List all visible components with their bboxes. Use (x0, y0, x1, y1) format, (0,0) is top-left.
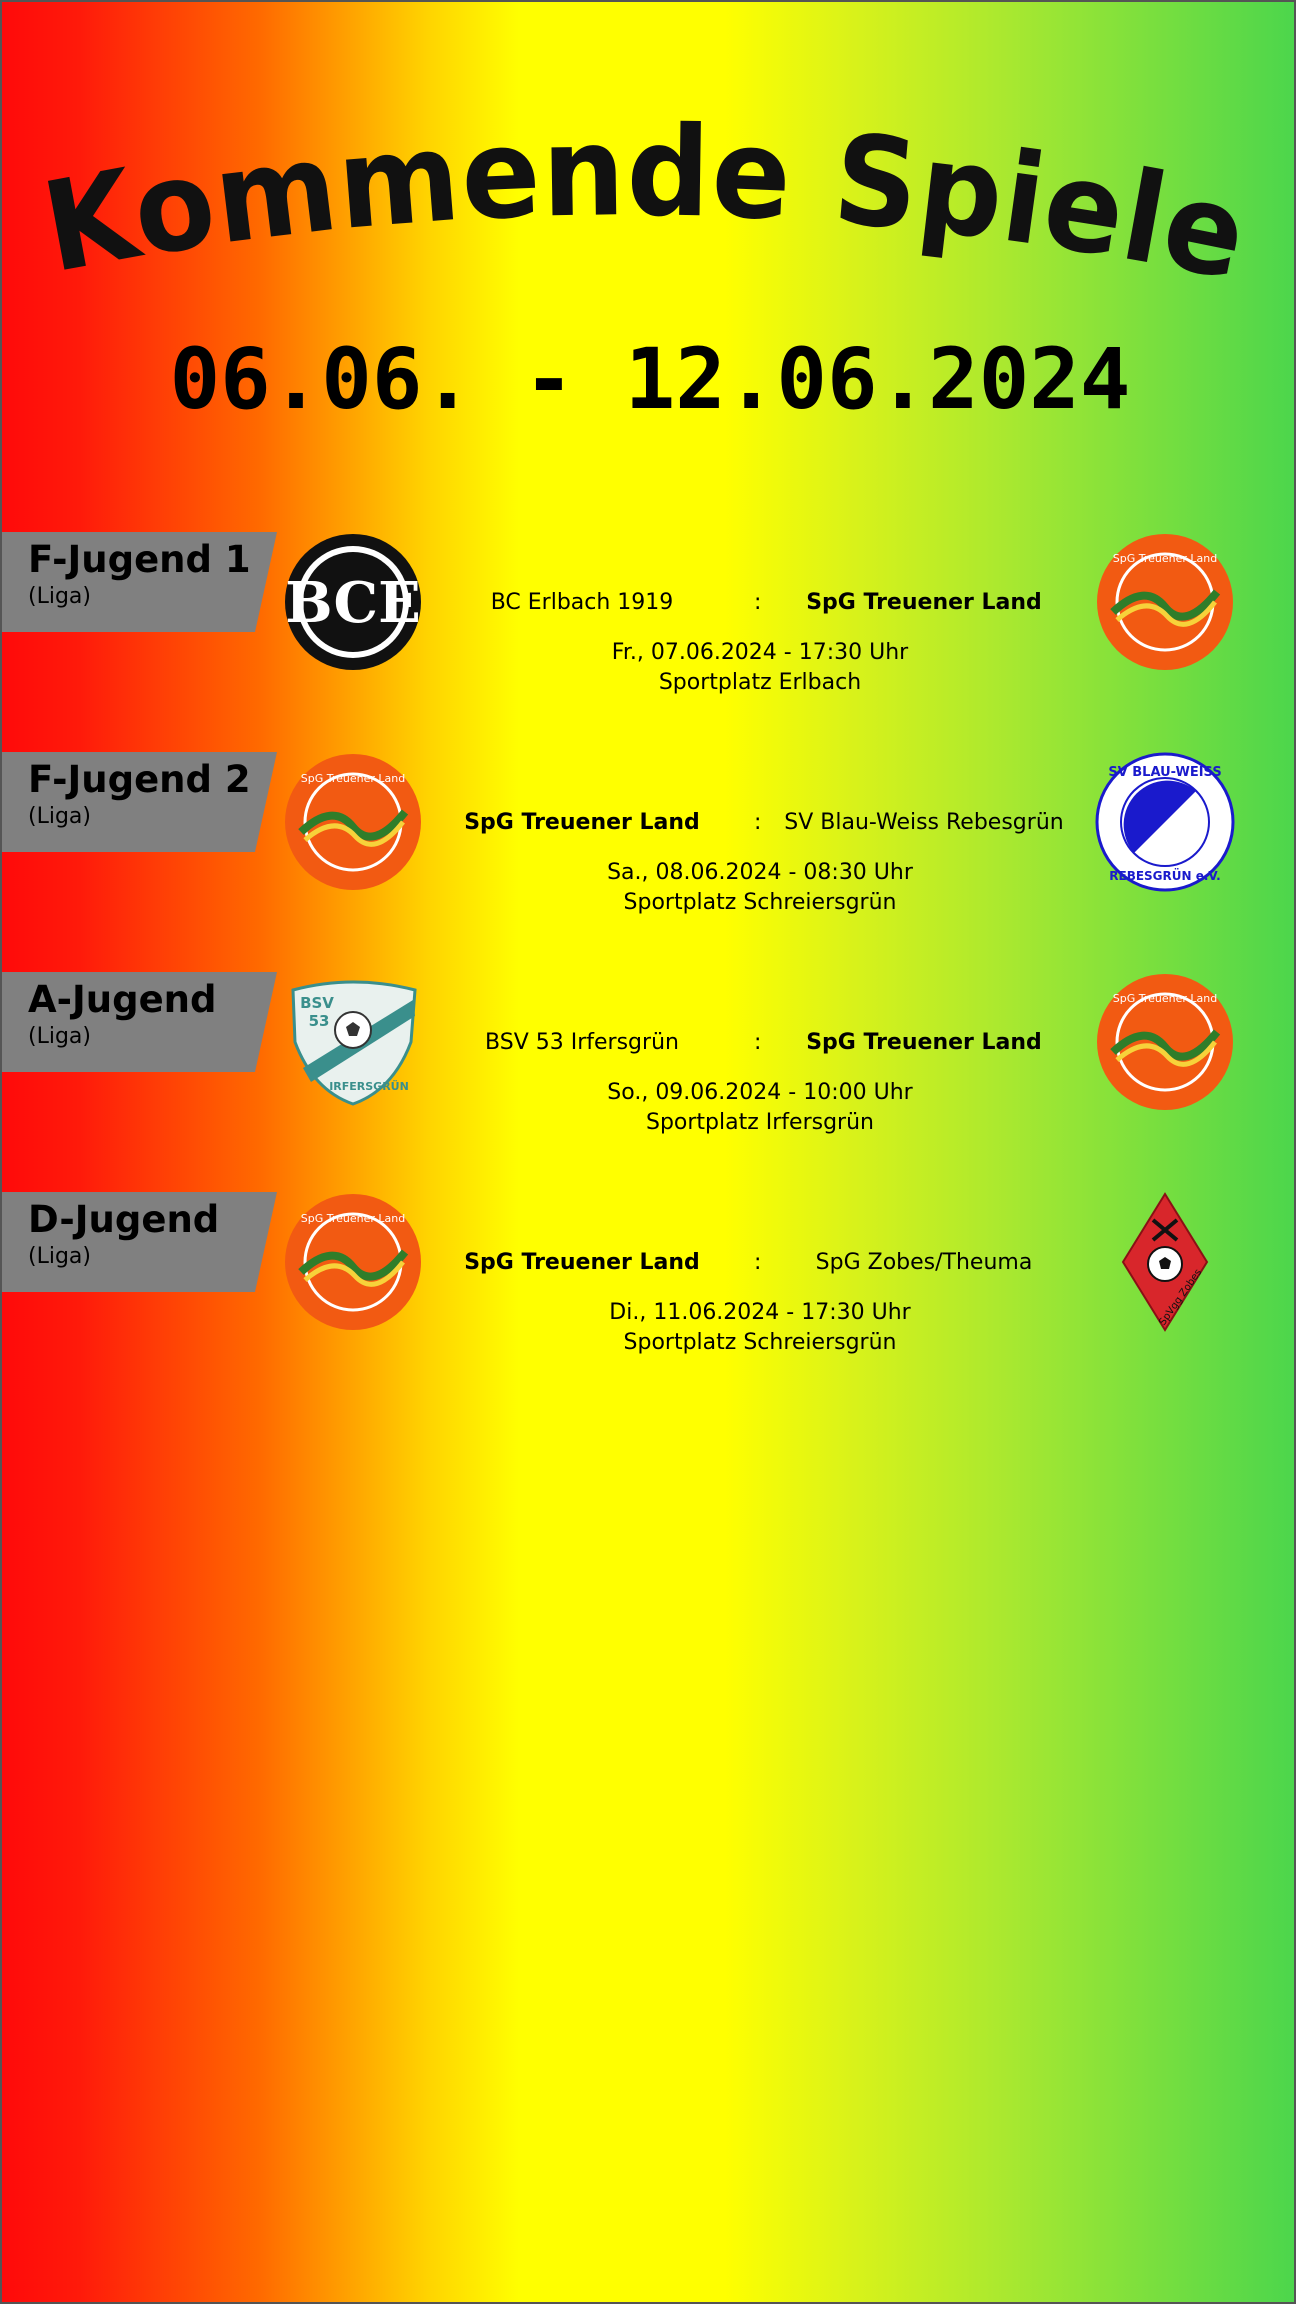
away-team: SpG Zobes/Theuma (815, 1250, 1033, 1275)
away-team: SpG Treuener Land (806, 1030, 1042, 1055)
league-label: (Liga) (28, 584, 91, 609)
away-team: SV Blau-Weiss Rebesgrün (784, 810, 1064, 835)
team-tag: F-Jugend 1 (Liga) (2, 532, 277, 632)
match-datetime: Fr., 07.06.2024 - 17:30 Uhr (611, 640, 909, 665)
svg-text:REBESGRÜN e.V.: REBESGRÜN e.V. (1109, 868, 1220, 883)
match-venue: Sportplatz Irfersgrün (645, 1110, 874, 1135)
bsv-53-logo: BSV 53 IRFERSGRÜN (283, 972, 423, 1112)
svg-text:BCE: BCE (285, 570, 421, 636)
score-separator: : (754, 590, 762, 615)
team-tag: F-Jugend 2 (Liga) (2, 752, 277, 852)
score-separator: : (754, 810, 762, 835)
score-separator: : (754, 1030, 762, 1055)
home-team: SpG Treuener Land (464, 1250, 700, 1275)
spg-treuener-land-logo: SpG Treuener Land (283, 1192, 423, 1332)
match-venue: Sportplatz Schreiersgrün (623, 1330, 897, 1355)
team-name: F-Jugend 1 (28, 538, 251, 581)
match-datetime: So., 09.06.2024 - 10:00 Uhr (607, 1080, 913, 1105)
sv-blau-weiss-logo: SV BLAU-WEISS REBESGRÜN e.V. (1095, 752, 1235, 892)
score-separator: : (754, 1250, 762, 1275)
away-team: SpG Treuener Land (806, 590, 1042, 615)
spg-treuener-land-logo: SpG Treuener Land (1095, 532, 1235, 672)
league-label: (Liga) (28, 1244, 91, 1269)
svg-text:BSV: BSV (300, 994, 334, 1012)
match-datetime: Sa., 08.06.2024 - 08:30 Uhr (607, 860, 913, 885)
svg-text:SpG Treuener Land: SpG Treuener Land (1113, 992, 1217, 1005)
date-range: 06.06. - 12.06.2024 (169, 330, 1131, 428)
match-datetime: Di., 11.06.2024 - 17:30 Uhr (609, 1300, 911, 1325)
league-label: (Liga) (28, 804, 91, 829)
page-title-path: Kommende Spiele (33, 112, 1257, 309)
team-tag: A-Jugend (Liga) (2, 972, 277, 1072)
match-card: F-Jugend 1 (Liga) BCE BC Erlbach 1919 : … (2, 532, 1294, 732)
team-tag: D-Jugend (Liga) (2, 1192, 277, 1292)
spg-treuener-land-logo: SpG Treuener Land (1095, 972, 1235, 1112)
home-team: BSV 53 Irfersgrün (485, 1030, 679, 1055)
league-label: (Liga) (28, 1024, 91, 1049)
home-team: SpG Treuener Land (464, 810, 700, 835)
svg-text:SpG Treuener Land: SpG Treuener Land (301, 1212, 405, 1225)
poster: Kommende Spiele 06.06. - 12.06.2024 F-Ju… (0, 0, 1296, 2304)
match-card: A-Jugend (Liga) BSV 53 IRFERSGRÜN BSV 53… (2, 972, 1294, 1172)
match-card: F-Jugend 2 (Liga) SpG Treuener Land SpG … (2, 752, 1294, 952)
team-name: A-Jugend (28, 978, 217, 1021)
team-name: F-Jugend 2 (28, 758, 251, 801)
svg-text:SpG Treuener Land: SpG Treuener Land (1113, 552, 1217, 565)
svg-text:SV BLAU-WEISS: SV BLAU-WEISS (1108, 765, 1221, 780)
spg-treuener-land-logo: SpG Treuener Land (283, 752, 423, 892)
page-title: Kommende Spiele (33, 112, 1258, 309)
match-venue: Sportplatz Erlbach (658, 670, 862, 695)
bce-logo: BCE (283, 532, 423, 672)
title-banner: Kommende Spiele (33, 112, 1258, 309)
team-name: D-Jugend (28, 1198, 220, 1241)
home-team: BC Erlbach 1919 (490, 590, 674, 615)
svg-text:53: 53 (309, 1012, 330, 1030)
match-card: D-Jugend (Liga) SpG Treuener Land SpG Tr… (2, 1192, 1294, 1392)
spvgg-zobes-logo: SpVgg Zobes (1095, 1192, 1235, 1332)
match-venue: Sportplatz Schreiersgrün (623, 890, 897, 915)
svg-text:SpG Treuener Land: SpG Treuener Land (301, 772, 405, 785)
svg-text:IRFERSGRÜN: IRFERSGRÜN (329, 1079, 409, 1093)
